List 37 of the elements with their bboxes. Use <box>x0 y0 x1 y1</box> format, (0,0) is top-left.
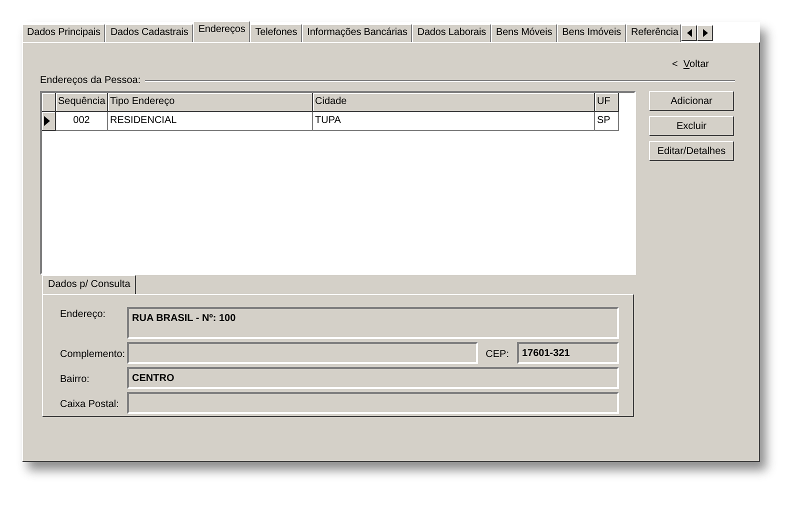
back-link[interactable]: < Voltar <box>672 59 709 70</box>
tab[interactable]: Dados Laborais <box>412 24 491 42</box>
table-cell: RESIDENCIAL <box>108 112 313 131</box>
scroll-right-icon <box>702 29 708 37</box>
tab[interactable]: Telefones <box>250 24 302 42</box>
field-label: CEP: <box>484 348 510 362</box>
text-field[interactable] <box>127 392 619 414</box>
tab[interactable]: Informações Bancárias <box>302 24 412 42</box>
table-cell: TUPA <box>313 112 595 131</box>
tab[interactable]: Bens Móveis <box>491 24 558 42</box>
field-label: Endereço: <box>60 308 107 322</box>
action-button[interactable]: Editar/Detalhes <box>649 141 734 161</box>
table-cell: 002 <box>56 112 108 131</box>
column-header[interactable]: Cidade <box>313 93 595 112</box>
scroll-left-icon <box>686 29 692 37</box>
tab[interactable]: Endereços <box>193 21 250 42</box>
table-cell: SP <box>595 112 619 131</box>
tab[interactable]: Dados Cadastrais <box>105 24 194 42</box>
action-button[interactable]: Adicionar <box>649 91 734 111</box>
tab-scroll-button[interactable] <box>697 25 714 41</box>
text-field[interactable]: CENTRO <box>127 367 619 389</box>
action-button[interactable]: Excluir <box>649 116 734 136</box>
column-header[interactable]: UF <box>595 93 619 112</box>
field-label: Bairro: <box>60 373 90 387</box>
tab[interactable]: Bens Imóveis <box>557 24 626 42</box>
column-header[interactable]: Tipo Endereço <box>108 93 313 112</box>
field-label: Complemento: <box>60 348 126 362</box>
text-field[interactable]: RUA BRASIL - Nº: 100 <box>127 307 619 339</box>
text-field[interactable] <box>127 342 478 364</box>
tab-scroll-button[interactable] <box>681 25 698 41</box>
tab[interactable]: Referência <box>626 24 682 42</box>
tab[interactable]: Dados p/ Consulta <box>42 275 136 294</box>
group-title: Endereços da Pessoa: <box>40 74 141 88</box>
text-field[interactable]: 17601-321 <box>517 342 619 364</box>
column-header[interactable]: Sequência <box>56 93 108 112</box>
tab[interactable]: Dados Principais <box>22 24 106 42</box>
field-label: Caixa Postal: <box>60 398 120 412</box>
